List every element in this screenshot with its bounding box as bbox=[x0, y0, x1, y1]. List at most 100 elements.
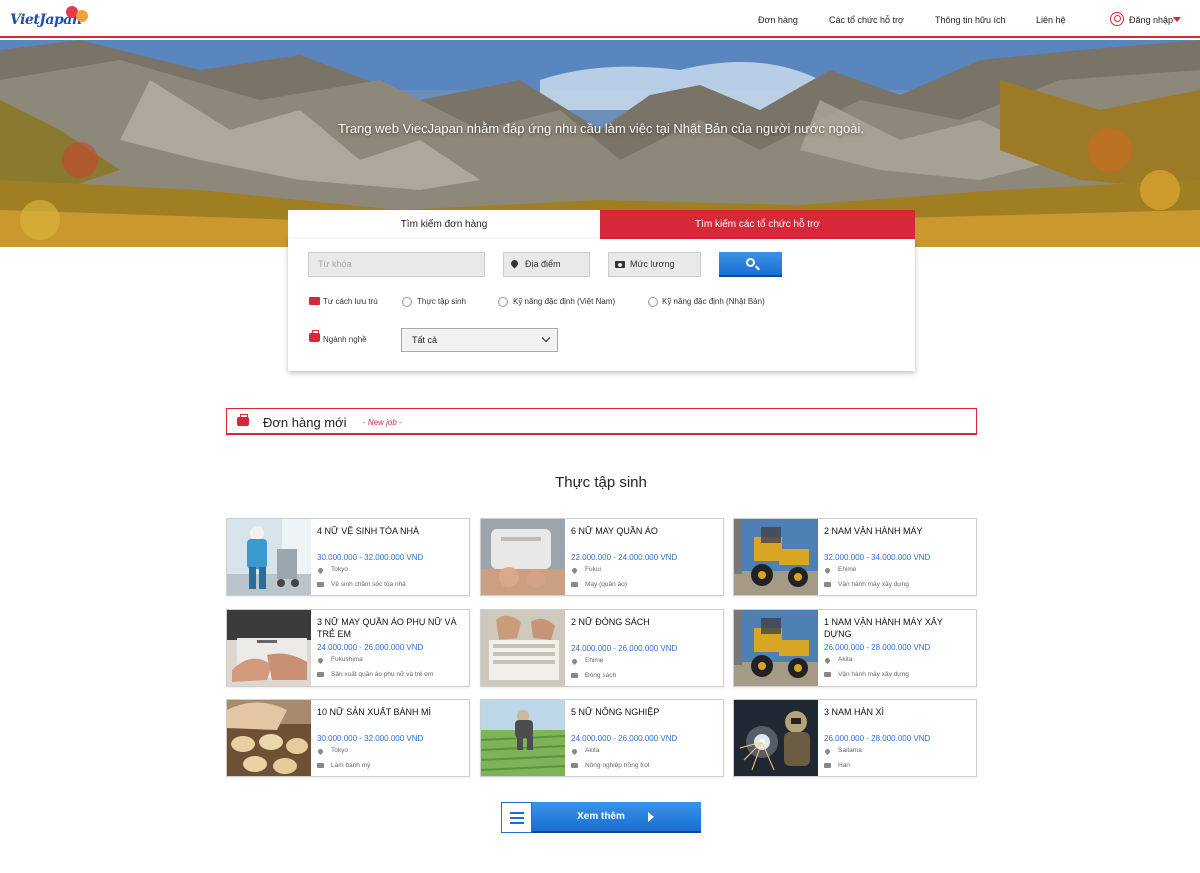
search-tabs: Tìm kiếm đơn hàng Tìm kiếm các tổ chức h… bbox=[288, 210, 915, 239]
keyword-input[interactable]: Từ khóa bbox=[308, 252, 485, 277]
job-thumbnail bbox=[734, 519, 818, 595]
briefcase-icon bbox=[824, 763, 831, 768]
money-icon bbox=[615, 261, 625, 268]
industry-label: Ngành nghề bbox=[323, 335, 367, 344]
site-header: VietJapan Đơn hàng Các tổ chức hỗ trợ Th… bbox=[0, 0, 1200, 38]
job-location: Tokyo bbox=[331, 747, 348, 754]
briefcase-icon bbox=[309, 330, 320, 342]
job-thumbnail bbox=[227, 610, 311, 686]
tab-search-orders[interactable]: Tìm kiếm đơn hàng bbox=[288, 210, 600, 239]
location-pin-icon bbox=[509, 258, 520, 269]
job-thumbnail bbox=[734, 700, 818, 776]
job-salary: 30.000.000 - 32.000.000 VND bbox=[317, 734, 424, 743]
job-salary: 30.000.000 - 32.000.000 VND bbox=[317, 553, 424, 562]
job-location: Akita bbox=[838, 656, 853, 663]
job-title: 4 NỮ VỆ SINH TÒA NHÀ bbox=[317, 526, 420, 536]
tab-search-support-orgs[interactable]: Tìm kiếm các tổ chức hỗ trợ bbox=[600, 210, 915, 239]
job-location: Fukui bbox=[585, 566, 601, 573]
job-thumbnail bbox=[481, 519, 565, 595]
site-logo[interactable]: VietJapan bbox=[10, 4, 90, 34]
location-label: Địa điểm bbox=[525, 259, 561, 269]
job-card[interactable]: 1 NAM VẬN HÀNH MÁY XÂY DỰNG 26.000.000 - … bbox=[733, 609, 977, 687]
location-pin-icon bbox=[823, 656, 832, 665]
job-industry: May (quần áo) bbox=[585, 581, 627, 588]
location-pin-icon bbox=[570, 657, 579, 666]
job-location: Akita bbox=[585, 747, 600, 754]
job-location: Tokyo bbox=[331, 566, 348, 573]
caret-down-icon bbox=[1173, 17, 1181, 22]
radio-skilled-vn-label: Kỹ năng đặc định (Việt Nam) bbox=[513, 297, 616, 306]
briefcase-icon bbox=[824, 582, 831, 587]
job-card[interactable]: 2 NỮ ĐÓNG SÁCH 24.000.000 - 26.000.000 VN… bbox=[480, 609, 724, 687]
industry-select-value: Tất cả bbox=[412, 335, 438, 345]
location-pin-icon bbox=[823, 566, 832, 575]
job-salary: 24.000.000 - 26.000.000 VND bbox=[571, 644, 678, 653]
hero-tagline: Trang web ViecJapan nhằm đáp ứng nhu cầu… bbox=[338, 121, 864, 136]
logo-fruit-icon bbox=[76, 10, 88, 22]
section-title: Thực tập sinh bbox=[555, 474, 647, 491]
radio-trainee-label: Thực tập sinh bbox=[417, 297, 466, 306]
job-card[interactable]: 10 NỮ SẢN XUẤT BÁNH MÌ 30.000.000 - 32.00… bbox=[226, 699, 470, 777]
job-industry: Sản xuất quần áo phụ nữ và trẻ em bbox=[331, 671, 434, 678]
job-industry: Vận hành máy xây dựng bbox=[838, 581, 909, 588]
job-title: 3 NAM HÀN XÌ bbox=[824, 707, 885, 717]
briefcase-icon bbox=[824, 672, 831, 677]
job-title: 2 NỮ ĐÓNG SÁCH bbox=[571, 617, 650, 627]
job-title: 3 NỮ MAY QUẦN ÁO PHỤ NỮ VÀ TRẺ EM bbox=[317, 617, 457, 639]
briefcase-icon bbox=[571, 673, 578, 678]
job-card[interactable]: 6 NỮ MAY QUẦN ÁO 22.000.000 - 24.000.000 … bbox=[480, 518, 724, 596]
job-location: Ehime bbox=[585, 657, 604, 664]
job-location: Fukushima bbox=[331, 656, 363, 663]
job-location: Ehime bbox=[838, 566, 857, 573]
job-salary: 24.000.000 - 26.000.000 VND bbox=[317, 643, 424, 652]
search-button[interactable] bbox=[719, 252, 782, 277]
job-title: 6 NỮ MAY QUẦN ÁO bbox=[571, 526, 658, 536]
job-card[interactable]: 3 NAM HÀN XÌ 26.000.000 - 28.000.000 VND S… bbox=[733, 699, 977, 777]
radio-skilled-vn[interactable] bbox=[498, 297, 508, 307]
location-pin-icon bbox=[316, 656, 325, 665]
radio-skilled-jp-label: Kỹ năng đặc định (Nhật Bản) bbox=[662, 297, 765, 306]
salary-select[interactable]: Mức lương bbox=[608, 252, 701, 277]
job-card[interactable]: 4 NỮ VỆ SINH TÒA NHÀ 30.000.000 - 32.000.… bbox=[226, 518, 470, 596]
job-title: 10 NỮ SẢN XUẤT BÁNH MÌ bbox=[317, 707, 432, 717]
briefcase-icon bbox=[237, 414, 249, 426]
location-select[interactable]: Địa điểm bbox=[503, 252, 590, 277]
job-industry: Đóng sách bbox=[585, 672, 617, 679]
radio-trainee[interactable] bbox=[402, 297, 412, 307]
nav-useful-info[interactable]: Thông tin hữu ích bbox=[935, 15, 1006, 25]
job-title: 1 NAM VẬN HÀNH MÁY XÂY DỰNG bbox=[824, 617, 943, 639]
user-icon bbox=[1110, 12, 1124, 26]
login-label: Đăng nhập bbox=[1129, 15, 1174, 25]
job-thumbnail bbox=[227, 700, 311, 776]
location-pin-icon bbox=[570, 566, 579, 575]
briefcase-icon bbox=[317, 763, 324, 768]
job-salary: 32.000.000 - 34.000.000 VND bbox=[824, 553, 931, 562]
job-title: 2 NAM VẬN HÀNH MÁY bbox=[824, 526, 923, 536]
radio-skilled-jp[interactable] bbox=[648, 297, 658, 307]
nav-orders[interactable]: Đơn hàng bbox=[758, 15, 798, 25]
briefcase-icon bbox=[571, 582, 578, 587]
location-pin-icon bbox=[570, 747, 579, 756]
industry-select[interactable]: Tất cả bbox=[401, 328, 558, 352]
job-salary: 24.000.000 - 26.000.000 VND bbox=[571, 734, 678, 743]
briefcase-icon bbox=[571, 763, 578, 768]
nav-contact[interactable]: Liên hệ bbox=[1036, 15, 1066, 25]
view-more-button[interactable]: Xem thêm bbox=[501, 802, 701, 833]
job-card[interactable]: 3 NỮ MAY QUẦN ÁO PHỤ NỮ VÀ TRẺ EM 24.000.… bbox=[226, 609, 470, 687]
new-jobs-title: Đơn hàng mới bbox=[263, 415, 347, 430]
location-pin-icon bbox=[823, 747, 832, 756]
job-industry: Nông nghiệp trồng trọt bbox=[585, 762, 650, 769]
search-icon bbox=[746, 258, 755, 267]
job-card[interactable]: 5 NỮ NÔNG NGHIỆP 24.000.000 - 26.000.000 … bbox=[480, 699, 724, 777]
job-industry: Vệ sinh chăm sóc tòa nhà bbox=[331, 581, 406, 588]
job-thumbnail bbox=[227, 519, 311, 595]
job-location: Saitama bbox=[838, 747, 862, 754]
job-thumbnail bbox=[481, 610, 565, 686]
nav-support-orgs[interactable]: Các tổ chức hỗ trợ bbox=[829, 15, 904, 25]
location-pin-icon bbox=[316, 747, 325, 756]
new-jobs-header: Đơn hàng mới - New job - bbox=[226, 408, 977, 435]
job-card[interactable]: 2 NAM VẬN HÀNH MÁY 32.000.000 - 34.000.00… bbox=[733, 518, 977, 596]
job-thumbnail bbox=[734, 610, 818, 686]
job-industry: Làm bánh mỳ bbox=[331, 762, 371, 769]
chevron-down-icon bbox=[541, 333, 551, 343]
